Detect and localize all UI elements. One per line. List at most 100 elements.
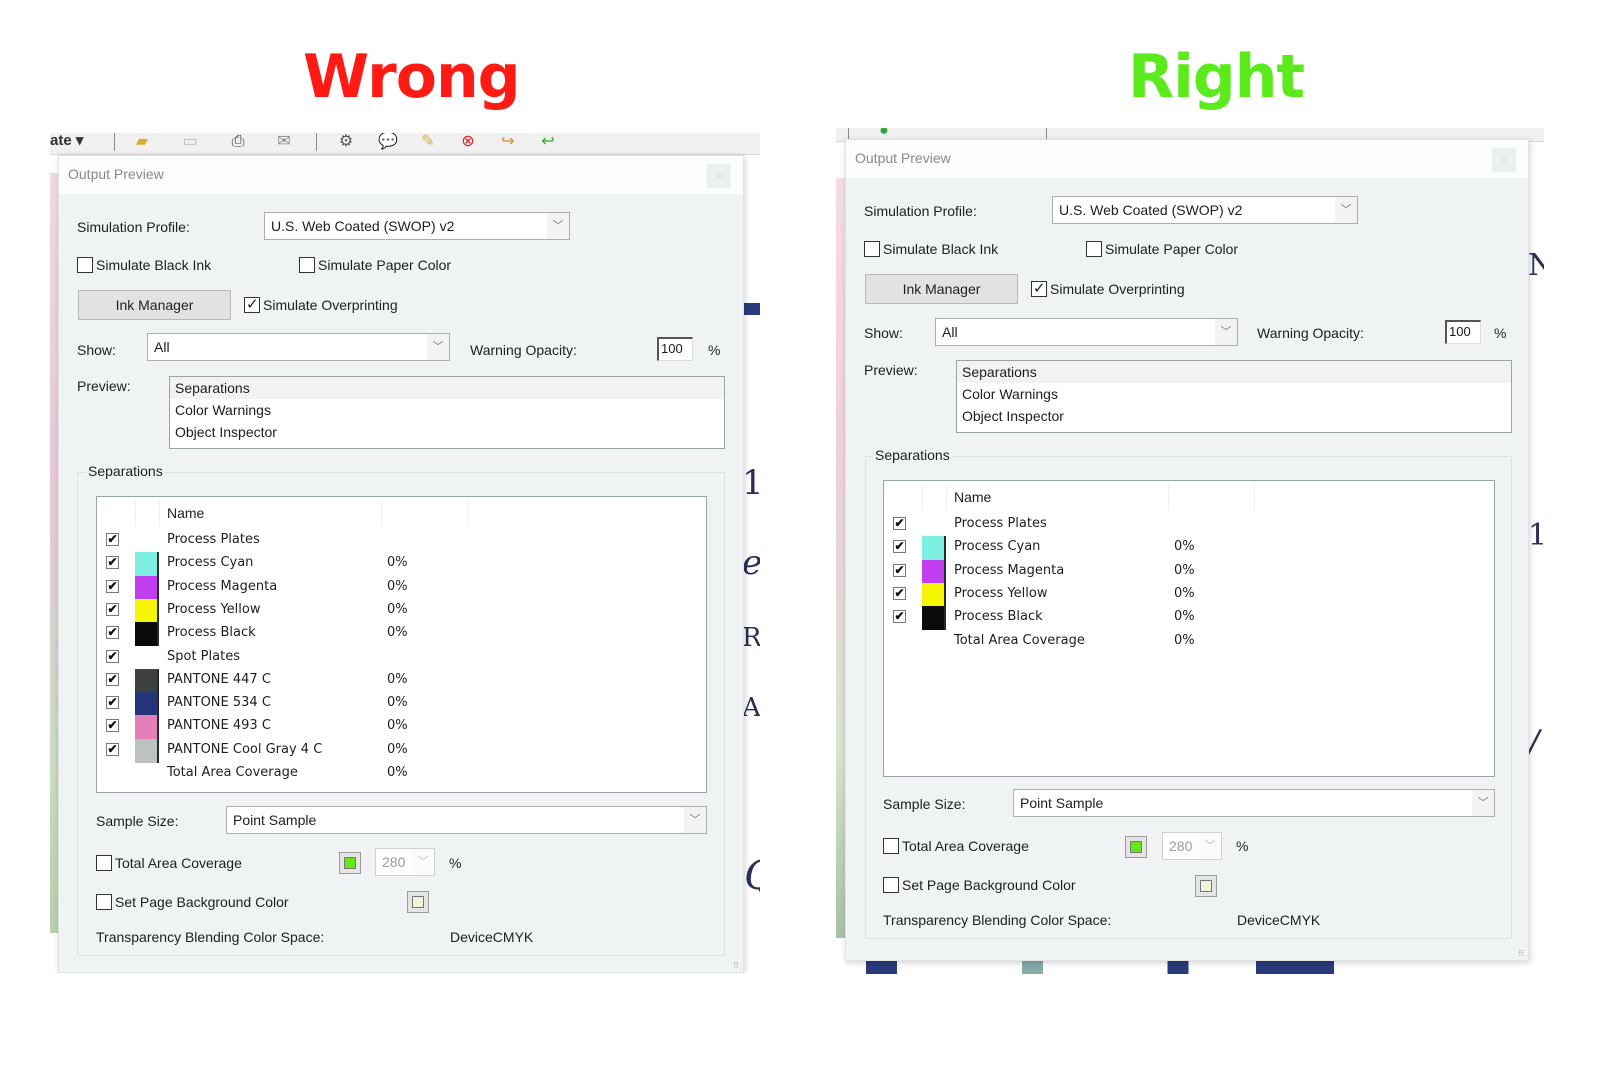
separation-name: PANTONE 447 C	[167, 671, 271, 687]
row-checkbox[interactable]: ✔	[893, 563, 906, 577]
row-checkbox[interactable]: ✔	[106, 719, 119, 733]
show-select[interactable]: All ﹀	[147, 333, 450, 361]
chevron-down-icon: ﹀	[684, 807, 706, 833]
row-checkbox[interactable]: ✔	[893, 517, 906, 530]
chevron-down-icon: ﹀	[1215, 319, 1237, 345]
page-background-color-button[interactable]	[1195, 875, 1217, 897]
highlight-icon[interactable]: ✎	[416, 133, 440, 151]
menu-label[interactable]: ate ▾	[50, 133, 83, 149]
delete-icon[interactable]: ⊗	[456, 133, 480, 151]
page-background-color-button[interactable]	[407, 891, 429, 913]
row-checkbox[interactable]: ✔	[893, 610, 906, 624]
row-checkbox[interactable]: ✔	[106, 649, 119, 663]
preview-option-separations[interactable]: Separations	[170, 377, 724, 399]
preview-option-separations[interactable]: Separations	[957, 361, 1511, 383]
simulate-black-ink-checkbox[interactable]: Simulate Black Ink	[77, 257, 211, 273]
checkbox-box	[77, 257, 93, 273]
row-checkbox[interactable]: ✔	[106, 579, 119, 593]
coverage-color-button[interactable]	[1125, 836, 1147, 858]
row-checkbox[interactable]: ✔	[106, 533, 119, 546]
simulation-profile-select[interactable]: U.S. Web Coated (SWOP) v2 ﹀	[264, 212, 570, 240]
row-checkbox[interactable]: ✔	[106, 672, 119, 686]
export-icon[interactable]: ↪	[496, 133, 520, 151]
sample-size-select[interactable]: Point Sample ﹀	[1013, 789, 1495, 817]
coverage-limit-select[interactable]: 280 ﹀	[1162, 832, 1222, 860]
total-area-coverage-checkbox[interactable]: Total Area Coverage	[96, 855, 242, 871]
separation-row[interactable]: ✔ Process Magenta 0%	[884, 559, 1494, 584]
settings-icon[interactable]: ⚙	[334, 133, 358, 151]
simulate-paper-color-checkbox[interactable]: Simulate Paper Color	[299, 257, 451, 273]
simulate-paper-color-checkbox[interactable]: Simulate Paper Color	[1086, 241, 1238, 257]
separation-row[interactable]: Total Area Coverage 0%	[884, 631, 1494, 654]
preview-option-color-warnings[interactable]: Color Warnings	[957, 383, 1511, 405]
column-header-name[interactable]: Name	[167, 505, 204, 521]
warning-opacity-input[interactable]: 100	[1445, 320, 1481, 344]
save-icon[interactable]: ▭	[178, 133, 202, 151]
preview-option-object-inspector[interactable]: Object Inspector	[170, 421, 724, 443]
resize-grip-icon[interactable]: ⠿	[733, 962, 741, 970]
simulate-overprinting-checkbox[interactable]: Simulate Overprinting	[1031, 279, 1185, 297]
show-select[interactable]: All ﹀	[935, 318, 1238, 346]
separation-name: Total Area Coverage	[954, 632, 1085, 648]
separations-group-label: Separations	[873, 447, 952, 463]
checkbox-box	[96, 855, 112, 871]
row-checkbox[interactable]: ✔	[106, 742, 119, 756]
row-checkbox[interactable]: ✔	[893, 540, 906, 554]
separation-row[interactable]: ✔ Process Magenta 0%	[97, 575, 706, 600]
dialog-title-bar[interactable]: Output Preview ×	[59, 156, 743, 194]
row-checkbox[interactable]: ✔	[106, 696, 119, 710]
checkbox-box	[96, 894, 112, 910]
separation-row[interactable]: ✔ Process Yellow 0%	[884, 582, 1494, 607]
separation-row[interactable]: ✔ Process Plates	[884, 514, 1494, 537]
separation-row[interactable]: ✔ PANTONE 534 C 0%	[97, 692, 706, 717]
separation-row[interactable]: ✔ Process Cyan 0%	[884, 536, 1494, 561]
preview-option-object-inspector[interactable]: Object Inspector	[957, 405, 1511, 427]
separation-row[interactable]: ✔ Process Yellow 0%	[97, 598, 706, 623]
close-button[interactable]: ×	[1492, 148, 1516, 172]
total-area-coverage-checkbox[interactable]: Total Area Coverage	[883, 838, 1029, 854]
ink-manager-button[interactable]: Ink Manager	[865, 274, 1018, 304]
simulate-overprinting-checkbox[interactable]: Simulate Overprinting	[244, 295, 398, 313]
column-header-name[interactable]: Name	[954, 489, 991, 505]
app-toolbar: ate ▾ ▰ ▭ ⎙ ✉ ⚙ 💬 ✎ ⊗ ↪ ↩	[50, 133, 760, 155]
coverage-color-button[interactable]	[339, 852, 361, 874]
row-checkbox[interactable]: ✔	[106, 602, 119, 616]
import-icon[interactable]: ↩	[536, 133, 560, 151]
checkbox-box	[883, 877, 899, 893]
row-checkbox[interactable]: ✔	[106, 626, 119, 640]
set-page-background-checkbox[interactable]: Set Page Background Color	[883, 877, 1076, 893]
print-icon[interactable]: ⎙	[226, 133, 250, 151]
sample-size-label: Sample Size:	[96, 813, 179, 829]
chevron-down-icon: ﹀	[427, 334, 449, 360]
simulation-profile-select[interactable]: U.S. Web Coated (SWOP) v2 ﹀	[1052, 196, 1358, 224]
separation-row[interactable]: ✔ PANTONE 447 C 0%	[97, 668, 706, 693]
warning-opacity-input[interactable]: 100	[657, 337, 693, 361]
sample-size-select[interactable]: Point Sample ﹀	[226, 806, 707, 834]
open-folder-icon[interactable]: ▰	[130, 133, 154, 151]
separation-name: Process Cyan	[954, 539, 1041, 555]
row-checkbox[interactable]: ✔	[106, 556, 119, 570]
separation-row[interactable]: ✔ Process Plates	[97, 530, 706, 553]
row-checkbox[interactable]: ✔	[893, 586, 906, 600]
separation-percent: 0%	[387, 718, 408, 734]
simulate-black-ink-checkbox[interactable]: Simulate Black Ink	[864, 241, 998, 257]
separation-name: PANTONE 493 C	[167, 718, 271, 734]
resize-grip-icon[interactable]: ⠿	[1518, 950, 1526, 958]
email-icon[interactable]: ✉	[272, 133, 296, 151]
separation-row[interactable]: ✔ Process Cyan 0%	[97, 552, 706, 577]
separation-row[interactable]: ✔ Spot Plates	[97, 647, 706, 670]
ink-manager-button[interactable]: Ink Manager	[78, 290, 231, 320]
comment-icon[interactable]: 💬	[376, 133, 400, 151]
separation-row[interactable]: ✔ PANTONE 493 C 0%	[97, 715, 706, 740]
dialog-title-bar[interactable]: Output Preview ×	[846, 140, 1528, 178]
coverage-limit-select[interactable]: 280 ﹀	[375, 848, 435, 876]
separation-row[interactable]: ✔ Process Black 0%	[97, 622, 706, 647]
ink-color-swatch	[922, 536, 946, 561]
separation-row[interactable]: ✔ Process Black 0%	[884, 606, 1494, 631]
set-page-background-checkbox[interactable]: Set Page Background Color	[96, 894, 289, 910]
separation-row[interactable]: Total Area Coverage 0%	[97, 763, 706, 786]
close-button[interactable]: ×	[707, 164, 731, 188]
chevron-down-icon: ﹀	[1199, 833, 1221, 859]
separation-row[interactable]: ✔ PANTONE Cool Gray 4 C 0%	[97, 738, 706, 763]
preview-option-color-warnings[interactable]: Color Warnings	[170, 399, 724, 421]
